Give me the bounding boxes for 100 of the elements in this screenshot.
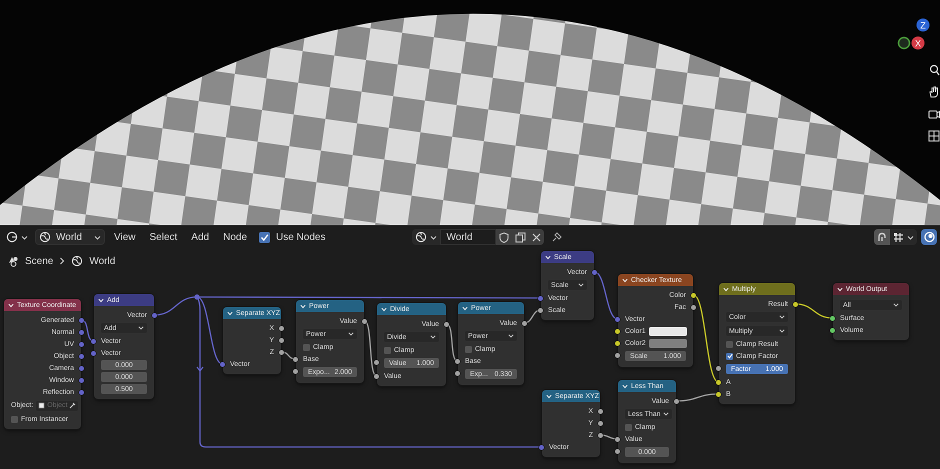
chevron-icon[interactable] [227,310,233,316]
output-socket[interactable] [598,432,603,438]
input-socket[interactable] [91,338,96,344]
menu-item[interactable]: Select [144,229,182,245]
caret-icon [348,332,354,336]
camera-icon[interactable] [928,108,940,120]
fake-user-button[interactable] [496,229,512,245]
output-socket[interactable] [598,408,603,414]
chevron-icon[interactable] [622,384,628,388]
input-socket[interactable] [615,436,620,442]
pin-icon [551,231,564,243]
input-socket[interactable] [293,368,298,374]
input-socket[interactable] [455,358,460,364]
input-socket[interactable] [615,340,620,346]
menu-item[interactable]: Node [218,229,252,245]
axis-button[interactable] [898,36,910,50]
overlay-button[interactable] [921,229,937,245]
checkbox[interactable] [259,232,270,242]
caret-icon [21,234,28,240]
reroute-node[interactable] [194,294,200,300]
globe-icon [39,231,51,243]
output-socket[interactable] [793,302,798,306]
chevron-icon[interactable] [723,286,729,292]
globe-icon [415,231,428,243]
input-socket[interactable] [716,380,721,384]
input-socket[interactable] [293,356,298,362]
grid-icon[interactable] [928,130,940,142]
checkbox[interactable] [303,344,310,350]
output-socket[interactable] [598,420,603,426]
chevron-icon[interactable] [8,302,14,308]
output-socket[interactable] [279,326,284,330]
input-socket[interactable] [220,362,225,366]
input-socket[interactable] [830,316,835,320]
chevron-icon [59,257,66,265]
axis-button[interactable]: X [912,36,924,50]
menu-item[interactable]: View [109,229,140,245]
datablock-name-field[interactable]: World [440,229,496,245]
caret-icon [508,334,514,338]
duplicate-button[interactable] [512,229,528,245]
output-socket[interactable] [279,350,284,354]
chevron-icon[interactable] [837,286,843,292]
snap-button[interactable] [874,229,890,245]
caret-icon [907,234,914,240]
chevron-icon[interactable] [98,298,104,302]
magnet-icon [877,232,887,242]
input-socket[interactable] [615,352,620,358]
input-socket[interactable] [716,392,721,396]
input-socket[interactable] [615,328,620,334]
input-socket[interactable] [374,360,379,364]
chevron-icon[interactable] [381,306,387,312]
input-socket[interactable] [716,366,721,370]
output-socket[interactable] [279,338,284,342]
caret-icon [430,335,436,339]
input-socket[interactable] [539,444,544,450]
breadcrumb-item[interactable]: World [89,256,116,266]
input-socket[interactable] [615,448,620,454]
checkbox[interactable] [465,346,472,352]
caret-icon [94,234,101,240]
chevron-icon[interactable] [462,306,468,310]
output-socket[interactable] [444,322,449,326]
axis-button[interactable]: Z [916,18,930,32]
output-socket[interactable] [522,320,527,326]
input-socket[interactable] [538,296,543,300]
input-socket[interactable] [615,316,620,322]
editor-icon [6,231,18,243]
output-socket[interactable] [691,304,696,310]
caret-icon [779,315,785,319]
breadcrumb-item[interactable]: Scene [25,256,54,266]
input-socket[interactable] [538,308,543,312]
input-socket[interactable] [830,328,835,332]
checkbox[interactable] [726,352,733,360]
output-socket[interactable] [674,398,679,404]
overlay-icon [923,231,935,243]
eyedropper-icon[interactable] [69,402,76,409]
world-dropdown[interactable]: World [35,229,105,245]
input-socket[interactable] [91,350,96,356]
chevron-icon[interactable] [622,278,628,282]
menu-item[interactable]: Add [186,229,214,245]
caret-icon [662,412,669,416]
checkbox[interactable] [384,346,391,354]
checkbox[interactable] [11,416,18,422]
checkbox[interactable] [726,340,733,348]
globe-icon [71,255,84,267]
hand-icon[interactable] [928,86,940,98]
input-socket[interactable] [455,370,460,376]
caret-icon [893,303,899,307]
caret-icon [430,234,438,240]
chevron-icon[interactable] [545,254,551,260]
input-socket[interactable] [374,374,379,378]
checkbox[interactable] [625,424,632,430]
chevron-icon[interactable] [300,304,306,308]
output-socket[interactable] [691,292,696,298]
scene-icon [7,255,19,267]
color-swatch[interactable] [648,338,687,348]
output-socket[interactable] [362,318,367,324]
zoom-icon[interactable] [928,64,940,76]
color-swatch[interactable] [648,326,687,336]
chevron-icon[interactable] [546,394,552,398]
caret-icon [578,283,584,287]
close-button[interactable] [528,229,544,245]
